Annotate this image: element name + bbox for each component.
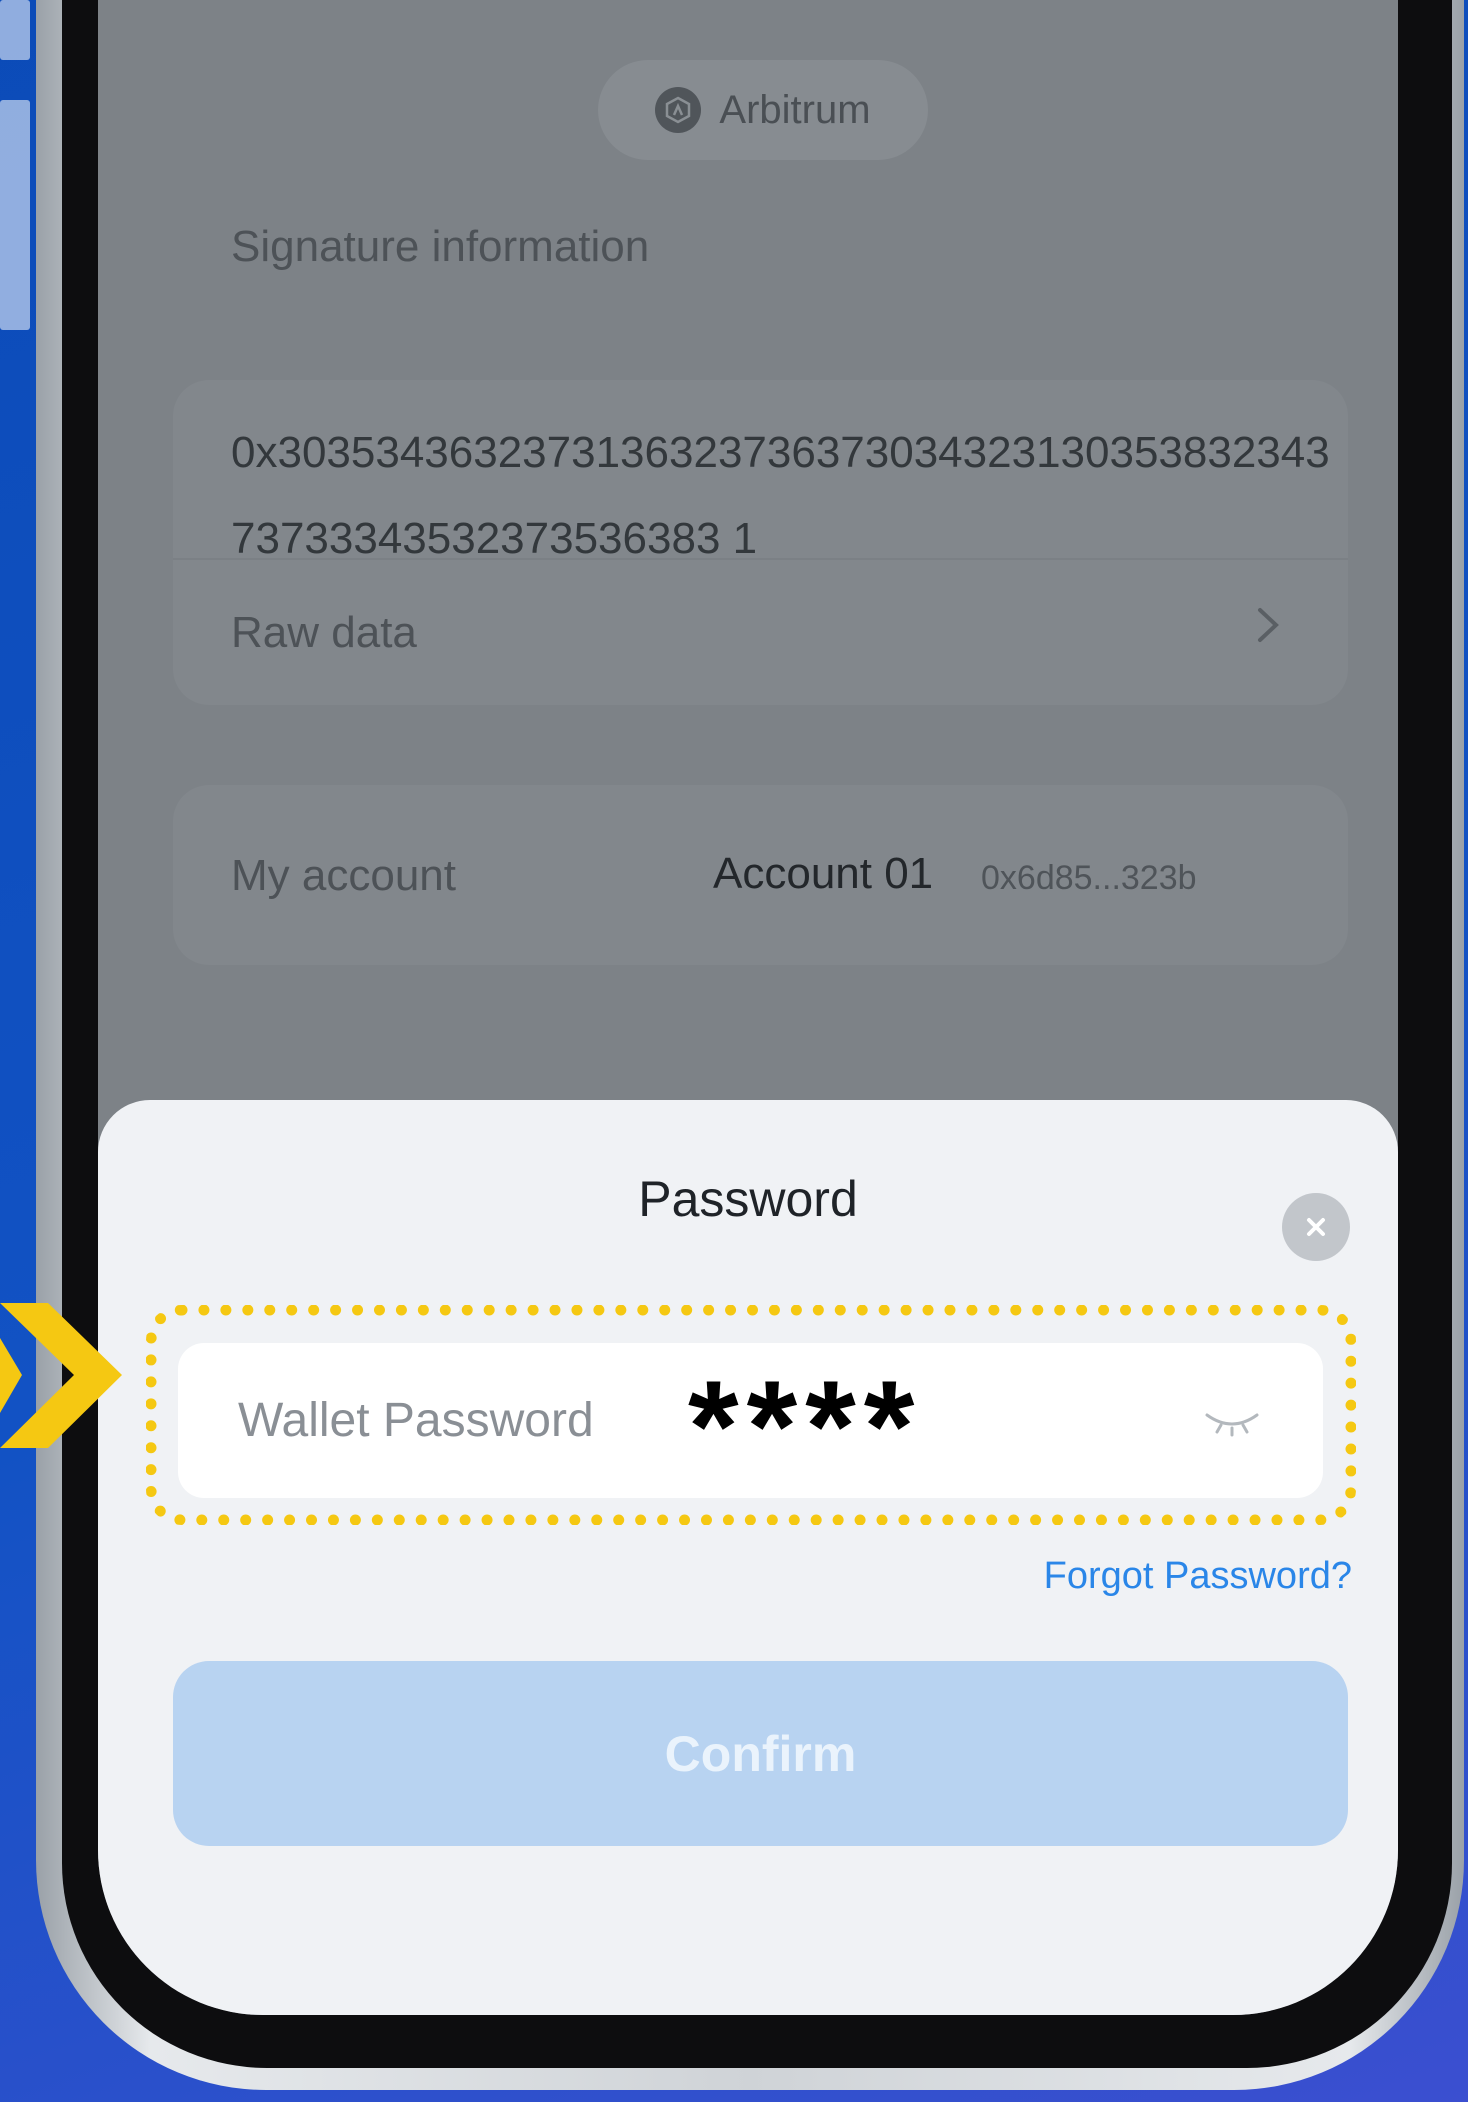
account-label: My account — [231, 851, 456, 900]
phone-screen: Arbitrum Signature information 0x3035343… — [98, 0, 1398, 2015]
password-masked-value: **** — [688, 1353, 923, 1499]
raw-data-label: Raw data — [231, 608, 417, 657]
signature-card: 0x30353436323731363237363730343231303538… — [173, 380, 1348, 705]
background-stripe — [0, 100, 30, 330]
raw-data-row[interactable]: Raw data — [173, 560, 1348, 705]
signature-hex: 0x30353436323731363237363730343231303538… — [231, 428, 1330, 563]
sheet-title: Password — [638, 1171, 858, 1227]
confirm-button[interactable]: Confirm — [173, 1661, 1348, 1846]
close-icon — [1307, 1218, 1325, 1236]
signature-section-title: Signature information — [231, 222, 650, 271]
background-stripe — [0, 0, 30, 60]
chevron-right-icon — [1258, 608, 1279, 642]
account-name: Account 01 — [713, 849, 934, 898]
account-address: 0x6d85...323b — [981, 859, 1197, 897]
forgot-password-link[interactable]: Forgot Password? — [1044, 1555, 1352, 1598]
account-card: My account Account 01 0x6d85...323b — [173, 785, 1348, 965]
password-input[interactable]: Wallet Password **** — [178, 1343, 1323, 1498]
password-placeholder: Wallet Password — [238, 1394, 594, 1447]
chain-badge: Arbitrum — [598, 60, 928, 160]
chain-name: Arbitrum — [719, 87, 871, 132]
eye-closed-icon[interactable] — [1201, 1405, 1263, 1437]
close-button[interactable] — [1282, 1193, 1350, 1261]
pointer-arrow-icon — [0, 1303, 122, 1448]
password-sheet: Password Wallet Password **** Forgot Pas… — [98, 1100, 1398, 2015]
arbitrum-logo-icon — [655, 87, 702, 133]
confirm-label: Confirm — [664, 1725, 857, 1782]
